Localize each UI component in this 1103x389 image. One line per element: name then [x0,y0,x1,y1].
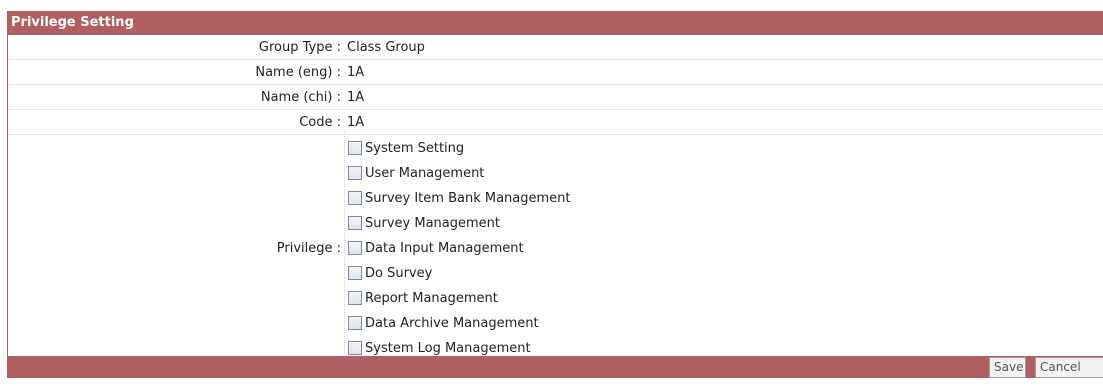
name-eng-value: 1A [347,64,365,80]
privilege-option-label[interactable]: Survey Management [365,216,500,231]
privilege-option-label[interactable]: System Log Management [365,341,531,356]
cancel-button[interactable]: Cancel [1035,357,1103,378]
privilege-option-label[interactable]: User Management [365,166,484,181]
group-type-label: Group Type : [258,39,341,55]
privilege-option-label[interactable]: Do Survey [365,266,432,281]
privilege-option-data-input-management[interactable]: Data Input Management [348,236,571,261]
privilege-label: Privilege : [276,240,341,256]
privilege-option-system-setting[interactable]: System Setting [348,136,571,161]
privilege-option-survey-management[interactable]: Survey Management [348,211,571,236]
privilege-option-user-management[interactable]: User Management [348,161,571,186]
checkbox[interactable] [348,341,362,355]
save-button[interactable]: Save [989,357,1026,378]
privilege-option-label[interactable]: System Setting [365,141,464,156]
checkbox[interactable] [348,166,362,180]
privilege-checkbox-list: System Setting User Management Survey It… [344,131,571,365]
privilege-option-data-archive-management[interactable]: Data Archive Management [348,311,571,336]
name-chi-label: Name (chi) : [260,89,341,105]
form-row-group-type: Group Type : Class Group [8,35,1103,60]
name-chi-value: 1A [347,89,365,105]
privilege-option-label[interactable]: Data Archive Management [365,316,539,331]
privilege-setting-panel: Privilege Setting Group Type : Class Gro… [7,11,1103,378]
group-type-value: Class Group [347,39,425,55]
form-row-name-chi: Name (chi) : 1A [8,85,1103,110]
privilege-option-label[interactable]: Survey Item Bank Management [365,191,571,206]
privilege-option-label[interactable]: Report Management [365,291,498,306]
form-row-privilege: Privilege : System Setting User Manageme… [8,131,1103,365]
privilege-option-do-survey[interactable]: Do Survey [348,261,571,286]
footer-bar: Save Cancel [8,356,1103,378]
code-value: 1A [347,114,365,130]
privilege-option-report-management[interactable]: Report Management [348,286,571,311]
privilege-option-label[interactable]: Data Input Management [365,241,524,256]
checkbox[interactable] [348,141,362,155]
checkbox[interactable] [348,316,362,330]
panel-title: Privilege Setting [8,11,1103,35]
checkbox[interactable] [348,291,362,305]
name-eng-label: Name (eng) : [255,64,341,80]
checkbox[interactable] [348,191,362,205]
checkbox[interactable] [348,266,362,280]
form-row-name-eng: Name (eng) : 1A [8,60,1103,85]
checkbox[interactable] [348,216,362,230]
privilege-option-survey-item-bank-management[interactable]: Survey Item Bank Management [348,186,571,211]
checkbox[interactable] [348,241,362,255]
code-label: Code : [299,114,341,130]
